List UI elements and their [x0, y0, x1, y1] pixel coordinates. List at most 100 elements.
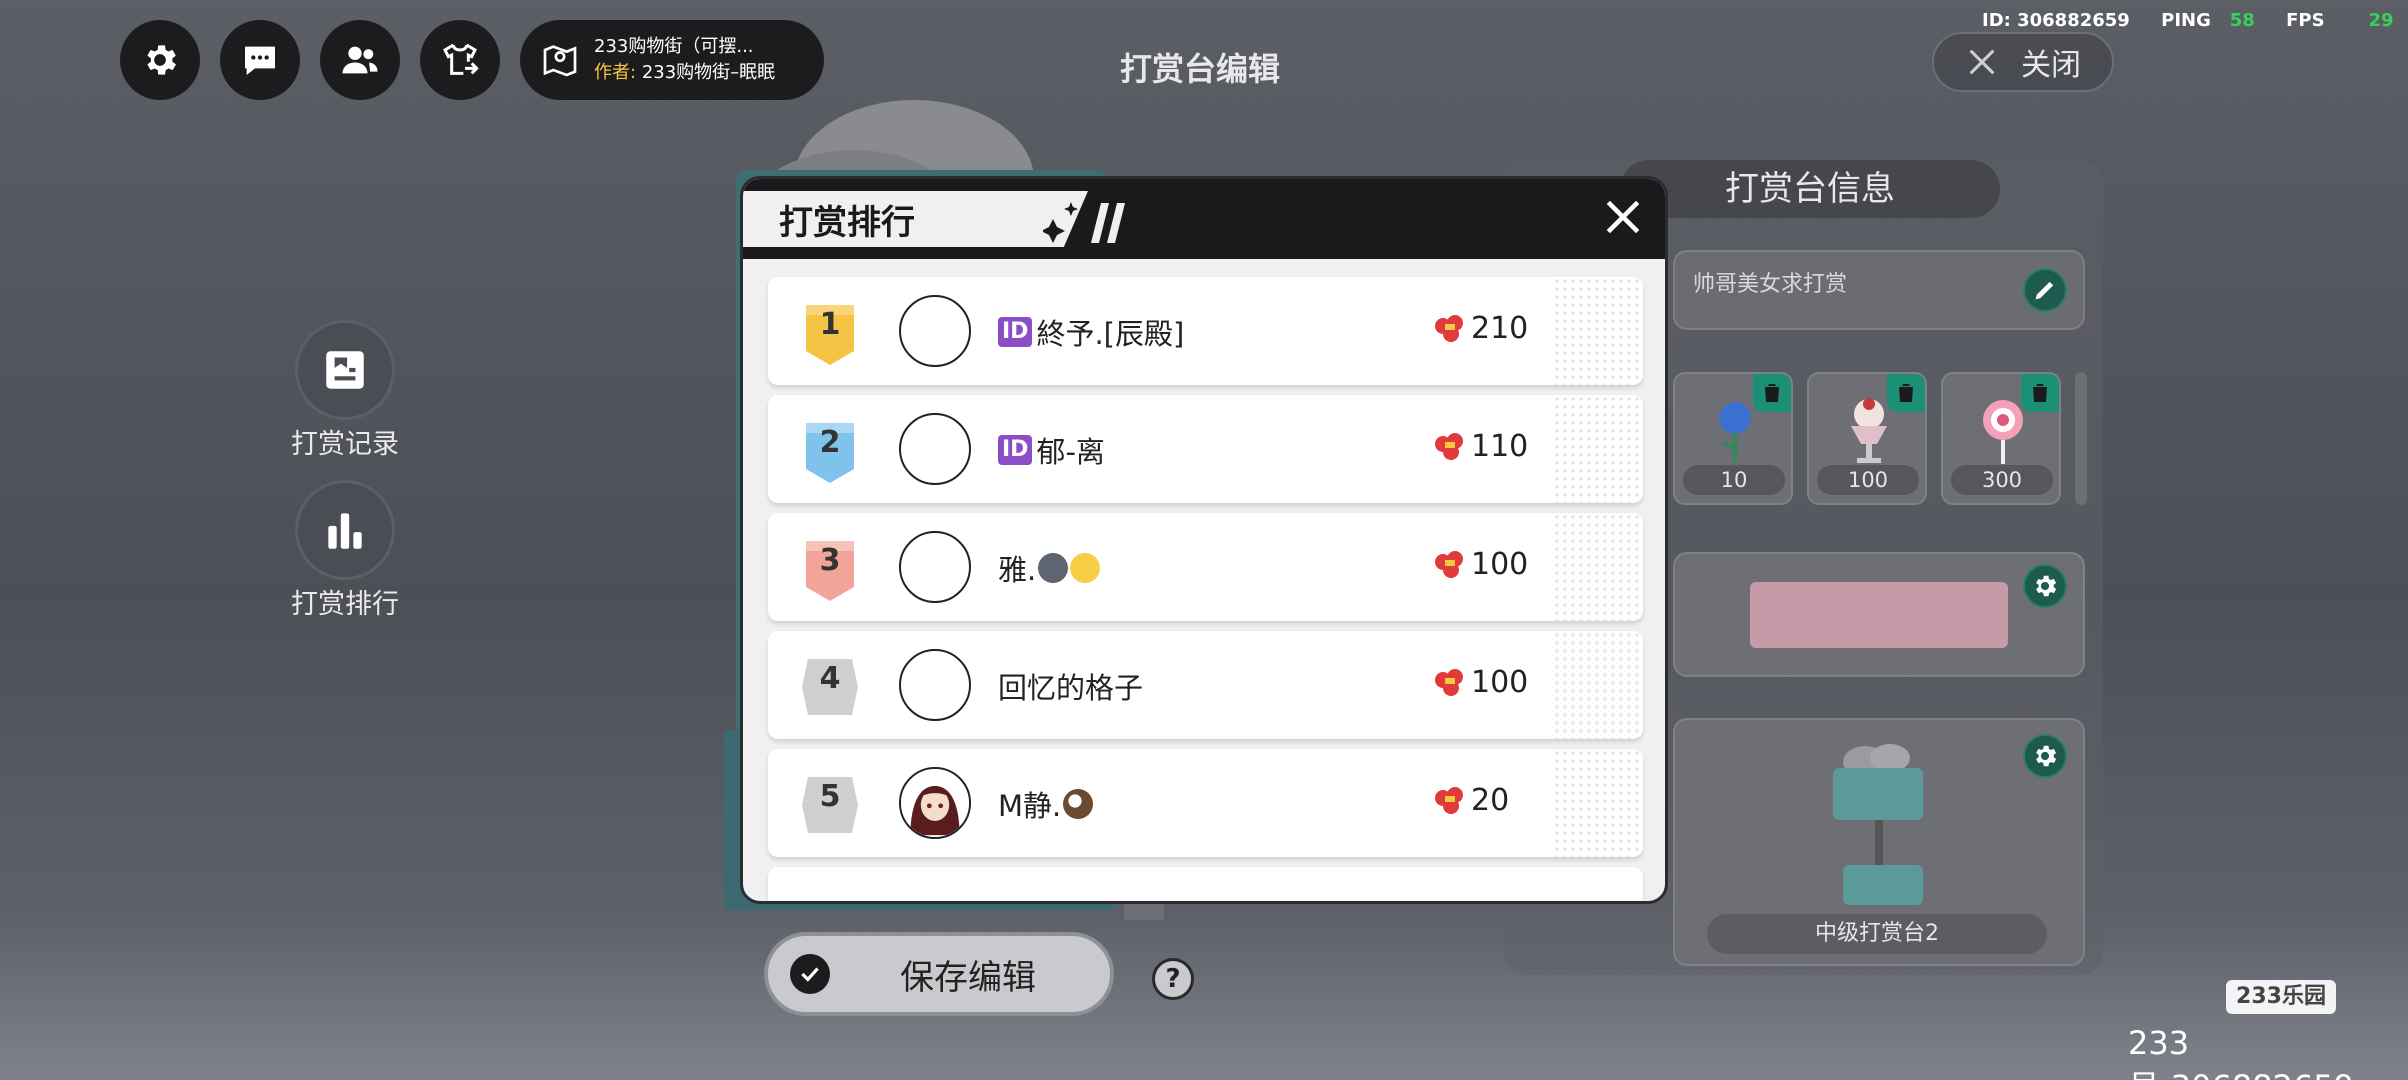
- rank-row[interactable]: 1 ID 終予.[辰殿] 210: [768, 277, 1643, 385]
- rank-row[interactable]: 5 M静. 20: [768, 749, 1643, 857]
- avatar[interactable]: [899, 767, 971, 839]
- chat-button[interactable]: [220, 20, 300, 100]
- flower-icon: [1435, 432, 1463, 460]
- close-label: 关闭: [2021, 48, 2081, 83]
- avatar[interactable]: [899, 531, 971, 603]
- chat-icon: [245, 46, 275, 75]
- row-pattern: [1553, 513, 1643, 621]
- help-button[interactable]: ?: [1152, 958, 1194, 1000]
- rank-row[interactable]: 2 ID 郁-离 110: [768, 395, 1643, 503]
- user-name: 終予.[辰殿]: [1036, 317, 1185, 351]
- flower-icon: [1435, 786, 1463, 814]
- friends-button[interactable]: [320, 20, 400, 100]
- flower-icon: [1435, 668, 1463, 696]
- lollipop-icon: [1983, 400, 2023, 464]
- row-pattern: [1553, 277, 1643, 385]
- style-settings-button[interactable]: [2023, 564, 2067, 608]
- ping-label: PING: [2161, 10, 2211, 31]
- gift-scroll-edge: [2075, 372, 2087, 505]
- save-edit-button[interactable]: 保存编辑: [764, 932, 1114, 1016]
- row-pattern: [1553, 631, 1643, 739]
- rank-number: 3: [819, 543, 841, 578]
- ranking-modal: 打赏排行 1 ID 終予.[辰殿] 210 2 ID 郁-离 110 3 雅. 10…: [740, 176, 1668, 904]
- style-preview: [1750, 582, 2008, 648]
- rank-number: 5: [819, 779, 841, 814]
- rank-number: 2: [819, 425, 841, 460]
- gear-icon: [147, 45, 176, 75]
- model-card[interactable]: 中级打赏台2: [1673, 718, 2085, 966]
- ping-value: 58: [2229, 10, 2255, 31]
- author-name: 233购物街–眠眠: [641, 62, 776, 83]
- rank-row[interactable]: 3 雅. 100: [768, 513, 1643, 621]
- friends-icon: [342, 46, 378, 74]
- edit-description-button[interactable]: [2023, 268, 2067, 312]
- gift-item-lollipop[interactable]: 300: [1941, 372, 2061, 505]
- user-name: 雅.: [998, 553, 1037, 587]
- reward-ranking-button[interactable]: 打赏排行: [260, 480, 430, 621]
- coconut-emoji-icon: [1063, 789, 1094, 819]
- score-value: 100: [1471, 547, 1529, 582]
- girl-avatar-icon: [901, 769, 969, 837]
- map-info-pill[interactable]: 233购物街（可摆... 作者: 233购物街–眠眠: [520, 20, 824, 100]
- sundae-icon: [1851, 398, 1887, 463]
- page-title: 打赏台编辑: [1120, 50, 1281, 88]
- rank-number: 4: [819, 661, 841, 696]
- gear-icon: [2036, 745, 2057, 767]
- reward-records-button[interactable]: 打赏记录: [260, 320, 430, 461]
- flower-icon: [1435, 550, 1463, 578]
- modal-title: 打赏排行: [779, 203, 915, 243]
- gift-item-rose[interactable]: 10: [1673, 372, 1793, 505]
- avatar[interactable]: [899, 413, 971, 485]
- gift-price: 100: [1817, 465, 1919, 495]
- fps-value: 29: [2368, 10, 2394, 31]
- rose-icon: [1719, 402, 1751, 462]
- flower-icon: [1435, 314, 1463, 342]
- smile-emoji-icon: [1070, 553, 1101, 583]
- outfit-button[interactable]: [420, 20, 500, 100]
- info-panel-title: 打赏台信息: [1620, 160, 2000, 218]
- sparkle-stripes-icon: [1043, 202, 1125, 243]
- user-name: M静.: [998, 789, 1062, 823]
- modal-close-button[interactable]: [1601, 195, 1645, 239]
- score-value: 210: [1471, 311, 1529, 346]
- avatar[interactable]: [899, 649, 971, 721]
- reward-records-label: 打赏记录: [291, 429, 399, 460]
- rank-row[interactable]: 4 回忆的格子 100: [768, 631, 1643, 739]
- rank-row-partial: [768, 867, 1643, 901]
- stats-readout: ID: 306882659 PING 58 FPS 29: [1982, 10, 2394, 31]
- modal-header: 打赏排行: [743, 179, 1665, 259]
- watermark-id: 233号:306882659: [2128, 1024, 2354, 1080]
- settings-button[interactable]: [120, 20, 200, 100]
- description-field[interactable]: 帅哥美女求打赏: [1673, 250, 2085, 330]
- user-name: 回忆的格子: [998, 671, 1144, 705]
- shirt-swap-icon: [443, 43, 479, 75]
- score-value: 110: [1471, 429, 1529, 464]
- fps-label: FPS: [2286, 10, 2325, 31]
- rank-number: 1: [819, 307, 841, 342]
- map-pin-icon: [543, 45, 577, 77]
- avatar[interactable]: [899, 295, 971, 367]
- gear-icon: [2036, 575, 2057, 597]
- pencil-icon: [2035, 281, 2054, 300]
- close-button[interactable]: 关闭: [1932, 32, 2114, 92]
- save-edit-label: 保存编辑: [900, 957, 1036, 998]
- user-id: ID: 306882659: [1982, 10, 2130, 31]
- score-value: 20: [1471, 783, 1510, 818]
- bar-chart-icon: [328, 513, 362, 549]
- row-pattern: [1553, 749, 1643, 857]
- dark-face-emoji-icon: [1038, 553, 1069, 583]
- gift-price: 10: [1683, 465, 1785, 495]
- row-pattern: [1553, 395, 1643, 503]
- gift-price: 300: [1951, 465, 2053, 495]
- check-icon: [801, 967, 819, 982]
- author-label: 作者:: [594, 62, 637, 83]
- model-name: 中级打赏台2: [1707, 914, 2047, 954]
- style-card[interactable]: [1673, 552, 2085, 677]
- close-icon: [1969, 49, 1995, 75]
- gift-item-sundae[interactable]: 100: [1807, 372, 1927, 505]
- id-badge: ID: [998, 435, 1033, 465]
- tip-stand-thumbnail: [1833, 744, 1923, 905]
- watermark-logo: 233乐园: [2226, 980, 2336, 1014]
- reward-ranking-label: 打赏排行: [291, 589, 399, 620]
- model-settings-button[interactable]: [2023, 734, 2067, 778]
